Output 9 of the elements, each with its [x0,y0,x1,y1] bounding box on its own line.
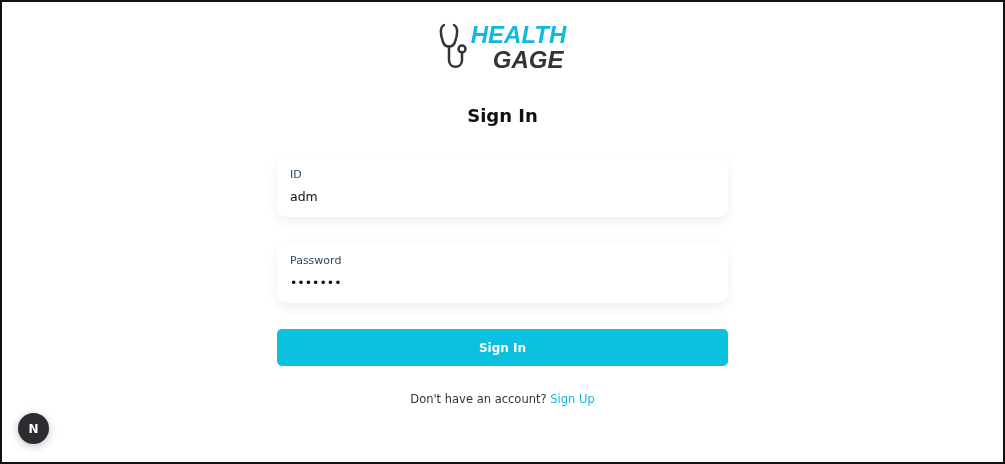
input-field[interactable]: adm [290,188,715,207]
page-title: Sign In [467,104,538,128]
logo-text: HEALTH [470,22,567,47]
field-label: Password [290,253,342,269]
logo-text: GAGE [492,47,565,72]
signup-prompt: Don't have an account? Sign Up [410,391,595,408]
input-field[interactable]: ••••••• [290,274,715,293]
field-label: ID [290,167,302,183]
dev-badge-button[interactable]: N [18,413,49,444]
